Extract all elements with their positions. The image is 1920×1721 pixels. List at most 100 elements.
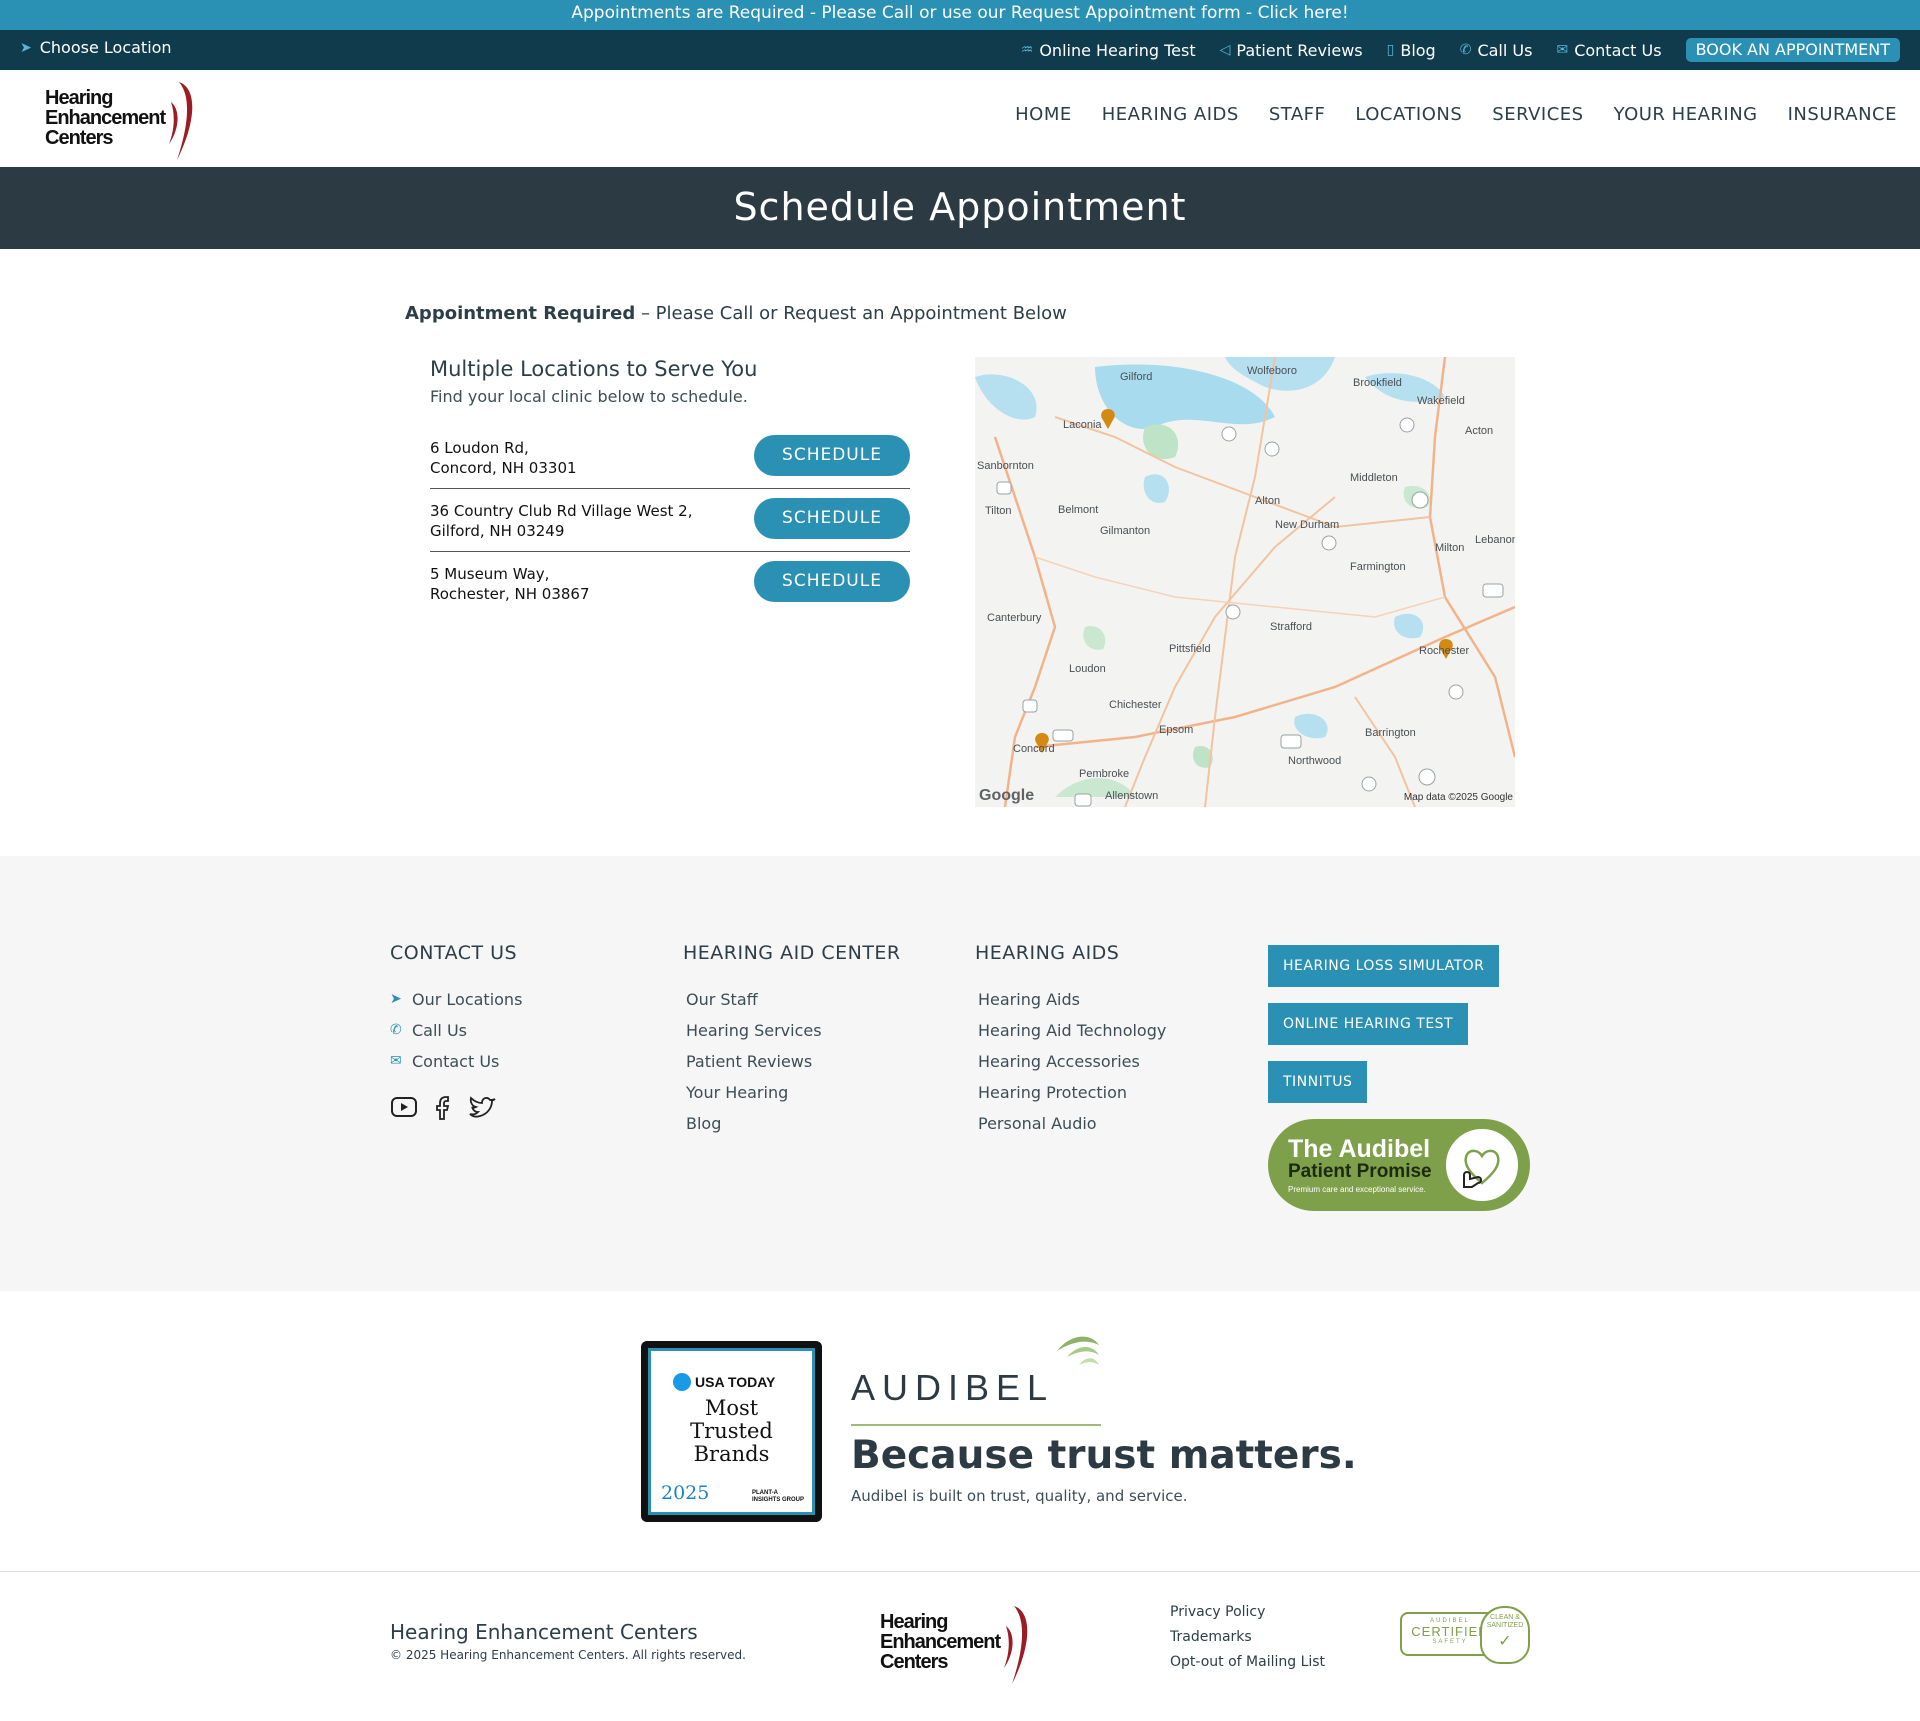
- sanitized-seal-icon: CLEAN & SANITIZED ✓: [1480, 1606, 1530, 1664]
- trust-subtext: Audibel is built on trust, quality, and …: [851, 1487, 1188, 1505]
- nav-locations[interactable]: LOCATIONS: [1355, 104, 1462, 125]
- badge-partner-line: PLANT-A: [751, 1490, 778, 1496]
- privacy-policy-link[interactable]: Privacy Policy: [1170, 1600, 1325, 1625]
- audibel-certified-safety-badge: AUDIBEL CERTIFIED SAFETY CLEAN & SANITIZ…: [1400, 1606, 1530, 1664]
- youtube-icon[interactable]: [390, 1095, 418, 1119]
- seal-line: CLEAN &: [1490, 1614, 1520, 1621]
- schedule-button-gilford[interactable]: SCHEDULE: [754, 498, 910, 539]
- footer-link[interactable]: Hearing Aid Technology: [975, 1015, 1166, 1046]
- location-address: 5 Museum Way, Rochester, NH 03867: [430, 564, 590, 604]
- footer-heading: CONTACT US: [390, 942, 518, 964]
- google-logo[interactable]: Google: [979, 787, 1034, 805]
- address-line: Concord, NH 03301: [430, 459, 577, 477]
- nav-insurance[interactable]: INSURANCE: [1788, 104, 1897, 125]
- footer-link[interactable]: Patient Reviews: [683, 1046, 901, 1077]
- location-map[interactable]: Gilford Wolfeboro Brookfield Wakefield A…: [975, 357, 1515, 807]
- intro-bold: Appointment Required: [405, 303, 636, 324]
- location-list: 6 Loudon Rd, Concord, NH 03301 SCHEDULE …: [430, 426, 910, 615]
- footer-link[interactable]: Hearing Aids: [975, 984, 1166, 1015]
- megaphone-icon: ◁: [1219, 42, 1231, 58]
- utility-bar: ➤ Choose Location ♒ Online Hearing Test …: [0, 30, 1920, 70]
- map-town-label: Lebanon: [1475, 534, 1515, 546]
- site-logo[interactable]: Hearing Enhancement Centers: [45, 80, 205, 162]
- footer-link[interactable]: Hearing Accessories: [975, 1046, 1166, 1077]
- announcement-bar[interactable]: Appointments are Required - Please Call …: [0, 0, 1920, 30]
- badge-title-line: Trusted: [690, 1419, 773, 1443]
- tinnitus-button[interactable]: TINNITUS: [1268, 1061, 1368, 1103]
- nav-hearing-aids[interactable]: HEARING AIDS: [1102, 104, 1239, 125]
- locations-panel: Multiple Locations to Serve You Find you…: [430, 357, 910, 615]
- logo-line: Enhancement: [880, 1631, 1001, 1653]
- logo-line: Centers: [880, 1651, 948, 1673]
- location-row-rochester: 5 Museum Way, Rochester, NH 03867 SCHEDU…: [430, 552, 910, 615]
- hearing-loss-simulator-button[interactable]: HEARING LOSS SIMULATOR: [1268, 945, 1500, 987]
- footer-link[interactable]: Blog: [683, 1108, 901, 1139]
- book-appointment-button[interactable]: BOOK AN APPOINTMENT: [1685, 38, 1900, 62]
- footer-logo[interactable]: Hearing Enhancement Centers: [880, 1604, 1040, 1686]
- choose-location-label: Choose Location: [39, 38, 172, 57]
- footer-link-call-us[interactable]: ✆ Call Us: [390, 1015, 522, 1046]
- badge-partner: PLANT-A INSIGHTS GROUP: [752, 1490, 804, 1504]
- utility-link-label: Patient Reviews: [1236, 40, 1363, 60]
- facebook-icon[interactable]: [432, 1095, 454, 1121]
- document-icon: ▯: [1386, 42, 1395, 58]
- badge-inner: USA TODAY Most Trusted Brands 2025 PLANT…: [648, 1348, 815, 1515]
- envelope-icon: ✉: [1556, 42, 1569, 58]
- nav-your-hearing[interactable]: YOUR HEARING: [1614, 104, 1758, 125]
- utility-link-call-us[interactable]: ✆ Call Us: [1460, 41, 1533, 60]
- map-town-label: Pembroke: [1079, 768, 1130, 780]
- social-links: [390, 1095, 522, 1121]
- announcement-text[interactable]: Appointments are Required - Please Call …: [571, 3, 1348, 23]
- nav-home[interactable]: HOME: [1015, 104, 1072, 125]
- seal-line: SANITIZED: [1486, 1622, 1524, 1629]
- trademarks-link[interactable]: Trademarks: [1170, 1625, 1325, 1650]
- online-hearing-test-button[interactable]: ONLINE HEARING TEST: [1268, 1003, 1469, 1045]
- address-line: 5 Museum Way,: [430, 565, 550, 583]
- trust-headline: Because trust matters.: [851, 1433, 1357, 1478]
- usa-today-badge: USA TODAY Most Trusted Brands 2025 PLANT…: [641, 1341, 822, 1522]
- legal-links: Privacy Policy Trademarks Opt-out of Mai…: [1170, 1600, 1325, 1675]
- map-town-label: Pittsfield: [1169, 643, 1211, 655]
- map-canvas[interactable]: [975, 357, 1515, 807]
- map-town-label: Gilmanton: [1100, 525, 1151, 537]
- promise-title: The Audibel: [1288, 1135, 1431, 1163]
- twitter-icon[interactable]: [468, 1095, 498, 1119]
- ear-icon: ♒: [1020, 42, 1034, 58]
- audibel-patient-promise-badge[interactable]: The Audibel Patient Promise Premium care…: [1268, 1119, 1530, 1211]
- footer-center-column: HEARING AID CENTER Our Staff Hearing Ser…: [683, 942, 901, 1139]
- company-name: Hearing Enhancement Centers: [390, 1620, 698, 1644]
- trust-section: USA TODAY Most Trusted Brands 2025 PLANT…: [0, 1291, 1920, 1571]
- utility-link-blog[interactable]: ▯ Blog: [1387, 41, 1436, 60]
- utility-links: ♒ Online Hearing Test ◁ Patient Reviews …: [1021, 38, 1900, 62]
- usa-today-dot-icon: [673, 1373, 691, 1391]
- map-town-label: Gilford: [1120, 371, 1153, 383]
- choose-location[interactable]: ➤ Choose Location: [20, 38, 172, 57]
- badge-title-line: Most: [704, 1396, 759, 1420]
- location-arrow-icon: ➤: [20, 39, 32, 56]
- map-town-label: Sanbornton: [977, 460, 1034, 472]
- utility-link-patient-reviews[interactable]: ◁ Patient Reviews: [1220, 41, 1363, 60]
- utility-link-online-hearing-test[interactable]: ♒ Online Hearing Test: [1021, 41, 1196, 60]
- map-town-label: Alton: [1255, 495, 1281, 507]
- copyright-text: © 2025 Hearing Enhancement Centers. All …: [390, 1648, 746, 1662]
- footer-link[interactable]: Personal Audio: [975, 1108, 1166, 1139]
- utility-link-contact-us[interactable]: ✉ Contact Us: [1556, 41, 1661, 60]
- opt-out-link[interactable]: Opt-out of Mailing List: [1170, 1650, 1325, 1675]
- site-footer: CONTACT US ➤ Our Locations ✆ Call Us ✉ Cont…: [0, 856, 1920, 1291]
- map-town-label: Northwood: [1288, 755, 1342, 767]
- footer-link[interactable]: Our Staff: [683, 984, 901, 1015]
- nav-services[interactable]: SERVICES: [1492, 104, 1583, 125]
- footer-link-contact-us[interactable]: ✉ Contact Us: [390, 1046, 522, 1077]
- footer-link[interactable]: Hearing Services: [683, 1015, 901, 1046]
- footer-link-our-locations[interactable]: ➤ Our Locations: [390, 984, 522, 1015]
- footer-link[interactable]: Your Hearing: [683, 1077, 901, 1108]
- schedule-button-concord[interactable]: SCHEDULE: [754, 435, 910, 476]
- address-line: Gilford, NH 03249: [430, 522, 565, 540]
- badge-title: Most Trusted Brands: [651, 1397, 812, 1466]
- map-town-label: Middleton: [1350, 472, 1398, 484]
- nav-staff[interactable]: STAFF: [1269, 104, 1326, 125]
- map-attribution[interactable]: Map data ©2025 Google: [1404, 792, 1513, 803]
- footer-link[interactable]: Hearing Protection: [975, 1077, 1166, 1108]
- schedule-button-rochester[interactable]: SCHEDULE: [754, 561, 910, 602]
- logo-swoosh-icon: [169, 82, 193, 160]
